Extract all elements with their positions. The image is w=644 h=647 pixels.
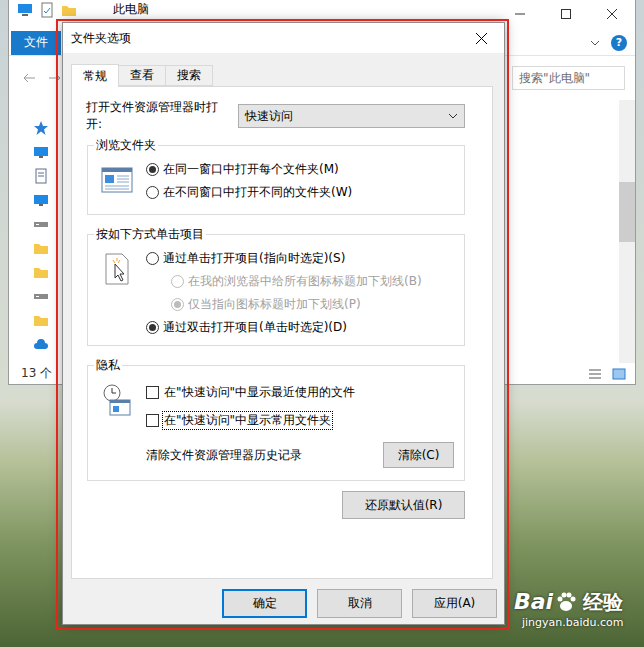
- clear-history-row: 清除文件资源管理器历史记录 清除(C): [100, 442, 454, 468]
- radio-option[interactable]: 通过单击打开项目(指向时选定)(S): [146, 247, 454, 270]
- dialog-close-button[interactable]: [458, 23, 504, 53]
- group-title: 按如下方式单击项目: [94, 226, 206, 243]
- folder-icon: [33, 240, 49, 256]
- clear-button[interactable]: 清除(C): [383, 442, 454, 468]
- annotation-frame: [56, 19, 509, 630]
- radio-dot: [174, 301, 181, 308]
- radio-button[interactable]: [146, 252, 159, 265]
- file-tab[interactable]: 文件: [11, 31, 61, 55]
- restore-defaults-button[interactable]: 还原默认值(R): [342, 491, 465, 519]
- close-icon: [476, 33, 487, 44]
- explorer-title: 此电脑: [113, 2, 149, 16]
- chevron-down-icon: [589, 37, 601, 49]
- chevron-down-icon: [448, 111, 458, 121]
- group-title: 隐私: [94, 357, 122, 374]
- desktop: 此电脑文件?搜索"此电脑"13 个文件夹选项常规查看搜索打开文件资源管理器时打开…: [0, 0, 644, 647]
- monitor-icon: [33, 144, 49, 160]
- paw-icon: [555, 591, 577, 613]
- folder-icon: [33, 312, 49, 328]
- privacy-group: 隐私在"快速访问"中显示最近使用的文件在"快速访问"中显示常用文件夹清除文件资源…: [87, 357, 465, 481]
- general-panel: 打开文件资源管理器时打开:快速访问浏览文件夹在同一窗口中打开每个文件夹(M) 在不…: [71, 86, 493, 579]
- history-clock-icon: [101, 383, 133, 417]
- back-arrow-icon: [21, 70, 37, 86]
- radio-label: 在同一窗口中打开每个文件夹(M): [163, 161, 339, 178]
- star-icon: [33, 120, 49, 136]
- checkbox[interactable]: [146, 414, 159, 427]
- dialog-button[interactable]: 应用(A): [412, 589, 497, 618]
- radio-dot: [149, 166, 156, 173]
- folder-window-icon: [101, 166, 133, 194]
- search-box[interactable]: 搜索"此电脑": [512, 66, 625, 90]
- open-in-dropdown[interactable]: 快速访问: [238, 104, 465, 128]
- radio-label: 通过单击打开项目(指向时选定)(S): [163, 250, 345, 267]
- click-pointer-icon: [103, 252, 131, 286]
- scroll-thumb[interactable]: [619, 182, 635, 242]
- radio-button[interactable]: [146, 186, 159, 199]
- watermark-brand: Bai: [514, 588, 553, 616]
- radio-option[interactable]: 通过双击打开项目(单击时选定)(D): [146, 316, 454, 339]
- radio-label: 在不同窗口中打开不同的文件夹(W): [163, 184, 352, 201]
- large-icons-view-icon: [611, 366, 627, 382]
- watermark-url: jingyan.baidu.com: [522, 616, 624, 630]
- drive-icon: [33, 216, 49, 232]
- computer-icon: [17, 2, 33, 18]
- new-folder-icon: [61, 2, 77, 18]
- checkbox[interactable]: [146, 386, 159, 399]
- checkbox-option[interactable]: 在"快速访问"中显示常用文件夹: [146, 406, 454, 434]
- details-view-icon: [587, 366, 603, 382]
- folder-icon: [33, 264, 49, 280]
- open-in-row: 打开文件资源管理器时打开:快速访问: [86, 104, 465, 128]
- maximize-icon: [561, 9, 571, 19]
- watermark-brand-cn: 经验: [583, 588, 623, 616]
- scrollbar[interactable]: [619, 100, 635, 363]
- help-button[interactable]: ?: [611, 35, 627, 51]
- radio-button[interactable]: [146, 163, 159, 176]
- group-title: 浏览文件夹: [94, 137, 158, 154]
- dialog-title: 文件夹选项: [71, 30, 131, 47]
- radio-button[interactable]: [171, 275, 184, 288]
- checkbox-label: 在"快速访问"中显示最近使用的文件: [163, 384, 356, 401]
- browse-group: 浏览文件夹在同一窗口中打开每个文件夹(M) 在不同窗口中打开不同的文件夹(W): [87, 137, 465, 215]
- open-in-label: 打开文件资源管理器时打开:: [86, 99, 232, 133]
- checkbox-label: 在"快速访问"中显示常用文件夹: [163, 412, 332, 429]
- radio-label: 在我的浏览器中给所有图标标题加下划线(B): [188, 273, 422, 290]
- window-controls: [497, 0, 635, 26]
- forward-arrow-icon: [47, 70, 63, 86]
- radio-button[interactable]: [146, 321, 159, 334]
- radio-option[interactable]: 在我的浏览器中给所有图标标题加下划线(B): [146, 270, 454, 293]
- radio-dot: [149, 324, 156, 331]
- properties-icon: [39, 2, 55, 18]
- monitor-icon: [33, 192, 49, 208]
- close-button[interactable]: [589, 0, 635, 28]
- radio-label: 仅当指向图标标题时加下划线(P): [188, 296, 361, 313]
- radio-option[interactable]: 仅当指向图标标题时加下划线(P): [146, 293, 454, 316]
- nav-pane: [9, 100, 69, 363]
- cloud-icon: [33, 336, 49, 352]
- radio-option[interactable]: 在同一窗口中打开每个文件夹(M): [146, 158, 454, 181]
- drive-icon: [33, 288, 49, 304]
- folder-options-dialog: 文件夹选项常规查看搜索打开文件资源管理器时打开:快速访问浏览文件夹在同一窗口中打…: [62, 22, 505, 625]
- tab[interactable]: 查看: [118, 65, 166, 86]
- dialog-button[interactable]: 取消: [317, 589, 402, 618]
- document-icon: [33, 168, 49, 184]
- tab-bar: 常规查看搜索: [63, 53, 504, 86]
- close-icon: [607, 9, 617, 19]
- dialog-title-bar: 文件夹选项: [63, 23, 504, 53]
- radio-label: 通过双击打开项目(单击时选定)(D): [163, 319, 347, 336]
- checkbox-option[interactable]: 在"快速访问"中显示最近使用的文件: [146, 378, 454, 406]
- item-count: 13 个: [21, 365, 52, 382]
- watermark: Bai 经验jingyan.baidu.com: [514, 588, 624, 630]
- dialog-buttons: 确定取消应用(A): [63, 579, 504, 618]
- clear-history-label: 清除文件资源管理器历史记录: [146, 447, 302, 464]
- minimize-icon: [515, 9, 525, 19]
- radio-button[interactable]: [171, 298, 184, 311]
- click-group: 按如下方式单击项目通过单击打开项目(指向时选定)(S) 在我的浏览器中给所有图标标…: [87, 226, 465, 346]
- tab[interactable]: 常规: [71, 64, 119, 87]
- radio-option[interactable]: 在不同窗口中打开不同的文件夹(W): [146, 181, 454, 204]
- tab[interactable]: 搜索: [165, 65, 213, 86]
- dialog-button[interactable]: 确定: [222, 589, 307, 618]
- maximize-button[interactable]: [543, 0, 589, 28]
